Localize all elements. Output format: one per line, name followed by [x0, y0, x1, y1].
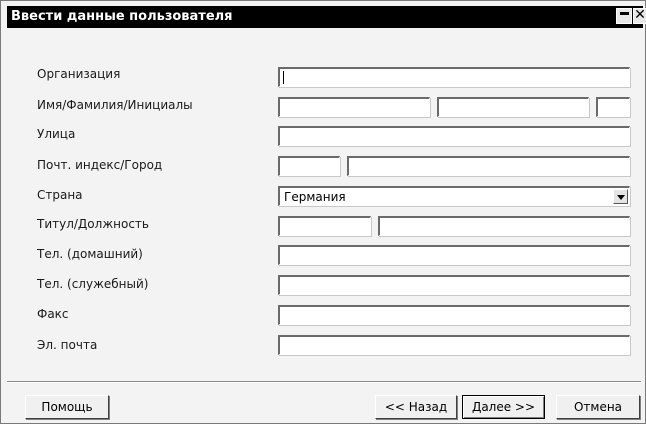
organization-input[interactable] [278, 67, 630, 87]
city-input[interactable] [347, 156, 630, 176]
organization-label: Организация [37, 67, 121, 81]
fax-label: Факс [37, 307, 69, 321]
next-button[interactable]: Далее >> [462, 395, 545, 419]
text-caret [283, 71, 284, 84]
title-input[interactable] [278, 216, 371, 236]
phone-work-input[interactable] [278, 275, 630, 295]
close-icon: ✕ [634, 7, 646, 23]
email-input[interactable] [278, 335, 630, 355]
country-select[interactable]: Германия [278, 186, 630, 206]
user-data-dialog: Ввести данные пользователя ✕ Организация… [0, 0, 646, 424]
country-label: Страна [37, 188, 83, 202]
back-button[interactable]: << Назад [375, 395, 457, 419]
first-name-input[interactable] [278, 97, 430, 117]
phone-home-label: Тел. (домашний) [37, 247, 143, 261]
name-label: Имя/Фамилия/Инициалы [37, 98, 193, 112]
minimize-button[interactable] [616, 8, 632, 24]
fax-input[interactable] [278, 305, 630, 325]
email-label: Эл. почта [37, 338, 98, 352]
initials-input[interactable] [596, 97, 630, 117]
last-name-input[interactable] [437, 97, 589, 117]
street-label: Улица [37, 127, 76, 141]
help-button[interactable]: Помощь [25, 395, 109, 419]
title-bar: Ввести данные пользователя ✕ [7, 6, 646, 28]
zip-input[interactable] [278, 156, 340, 176]
window-title: Ввести данные пользователя [11, 9, 233, 24]
phone-home-input[interactable] [278, 245, 630, 265]
zip-city-label: Почт. индекс/Город [37, 158, 163, 172]
phone-work-label: Тел. (служебный) [37, 277, 149, 291]
chevron-down-icon[interactable] [613, 189, 628, 204]
street-input[interactable] [278, 126, 630, 146]
country-select-value: Германия [284, 190, 346, 204]
position-input[interactable] [378, 216, 630, 236]
minimize-icon [619, 12, 629, 15]
footer-divider [7, 381, 641, 383]
cancel-button[interactable]: Отмена [556, 395, 640, 419]
title-position-label: Титул/Должность [37, 217, 149, 231]
close-button[interactable]: ✕ [633, 8, 646, 24]
